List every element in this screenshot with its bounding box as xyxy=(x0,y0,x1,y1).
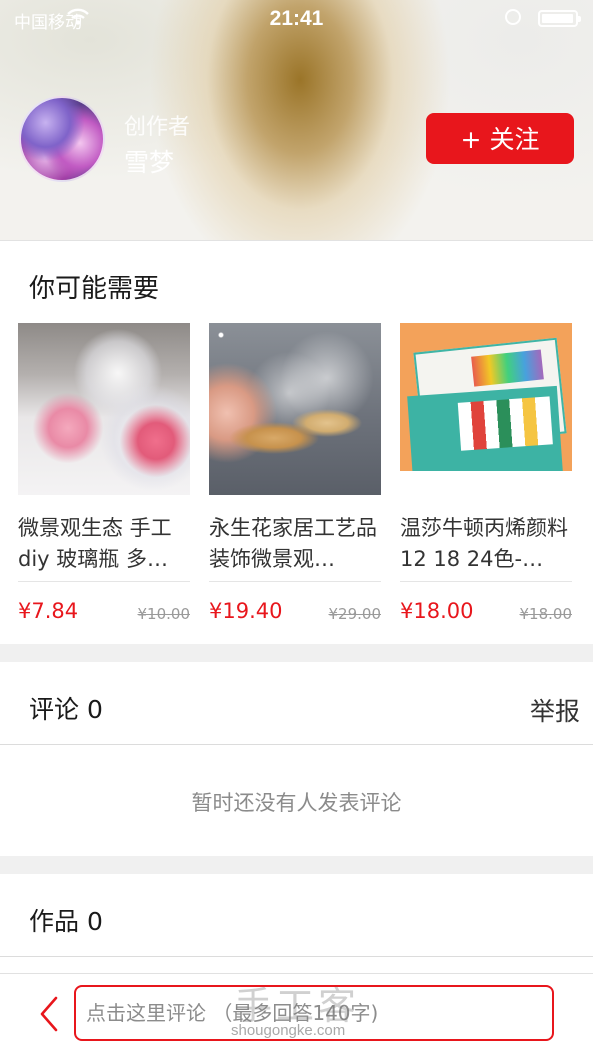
divider xyxy=(18,581,190,582)
follow-button[interactable]: + 关注 xyxy=(426,113,574,164)
product-original-price: ¥29.00 xyxy=(328,605,382,623)
battery-icon xyxy=(538,10,581,27)
section-separator xyxy=(0,644,593,662)
divider xyxy=(209,581,381,582)
works-header: 作品 0 xyxy=(0,874,593,957)
product-card[interactable]: 温莎牛顿丙烯颜料12 18 24色-… ¥18.00 ¥18.00 xyxy=(400,323,572,623)
recommendations-title: 你可能需要 xyxy=(29,274,160,304)
empty-comments-text: 暂时还没有人发表评论 xyxy=(191,791,402,815)
product-name[interactable]: 永生花家居工艺品装饰微景观… xyxy=(209,513,381,575)
comments-title: 评论 0 xyxy=(29,695,103,724)
bottom-comment-bar xyxy=(0,973,593,1054)
product-image[interactable] xyxy=(209,323,381,495)
works-title: 作品 0 xyxy=(29,907,103,936)
product-card[interactable]: 永生花家居工艺品装饰微景观… ¥19.40 ¥29.00 xyxy=(209,323,381,623)
product-original-price: ¥10.00 xyxy=(137,605,191,623)
comments-header: 评论 0 举报 xyxy=(0,662,593,745)
product-name[interactable]: 温莎牛顿丙烯颜料12 18 24色-… xyxy=(400,513,572,575)
product-card[interactable]: 微景观生态 手工diy 玻璃瓶 多… ¥7.84 ¥10.00 xyxy=(18,323,190,623)
author-header: 中国移动 21:41 创作者 雪梦 + 关注 xyxy=(0,0,593,240)
report-button[interactable]: 举报 xyxy=(530,692,580,728)
image-base xyxy=(400,471,572,495)
status-bar: 中国移动 21:41 xyxy=(0,0,593,40)
author-role: 创作者 xyxy=(124,115,191,140)
comment-input[interactable] xyxy=(74,985,554,1041)
paint-box-shape xyxy=(407,385,563,483)
product-price: ¥7.84 xyxy=(18,599,79,623)
product-image[interactable] xyxy=(400,323,572,495)
product-price: ¥19.40 xyxy=(209,599,283,623)
author-name[interactable]: 雪梦 xyxy=(124,143,174,179)
divider xyxy=(400,581,572,582)
product-image[interactable] xyxy=(18,323,190,495)
product-name[interactable]: 微景观生态 手工diy 玻璃瓶 多… xyxy=(18,513,190,575)
back-chevron-icon[interactable] xyxy=(34,994,64,1034)
author-avatar[interactable] xyxy=(19,96,105,182)
product-price: ¥18.00 xyxy=(400,599,474,623)
comments-empty-state: 暂时还没有人发表评论 xyxy=(0,745,593,856)
clock: 21:41 xyxy=(269,7,324,30)
section-separator xyxy=(0,856,593,874)
recommendations-section: 你可能需要 微景观生态 手工diy 玻璃瓶 多… ¥7.84 ¥10.00 永生… xyxy=(0,240,593,645)
product-original-price: ¥18.00 xyxy=(519,605,573,623)
rotation-lock-icon xyxy=(505,9,521,25)
